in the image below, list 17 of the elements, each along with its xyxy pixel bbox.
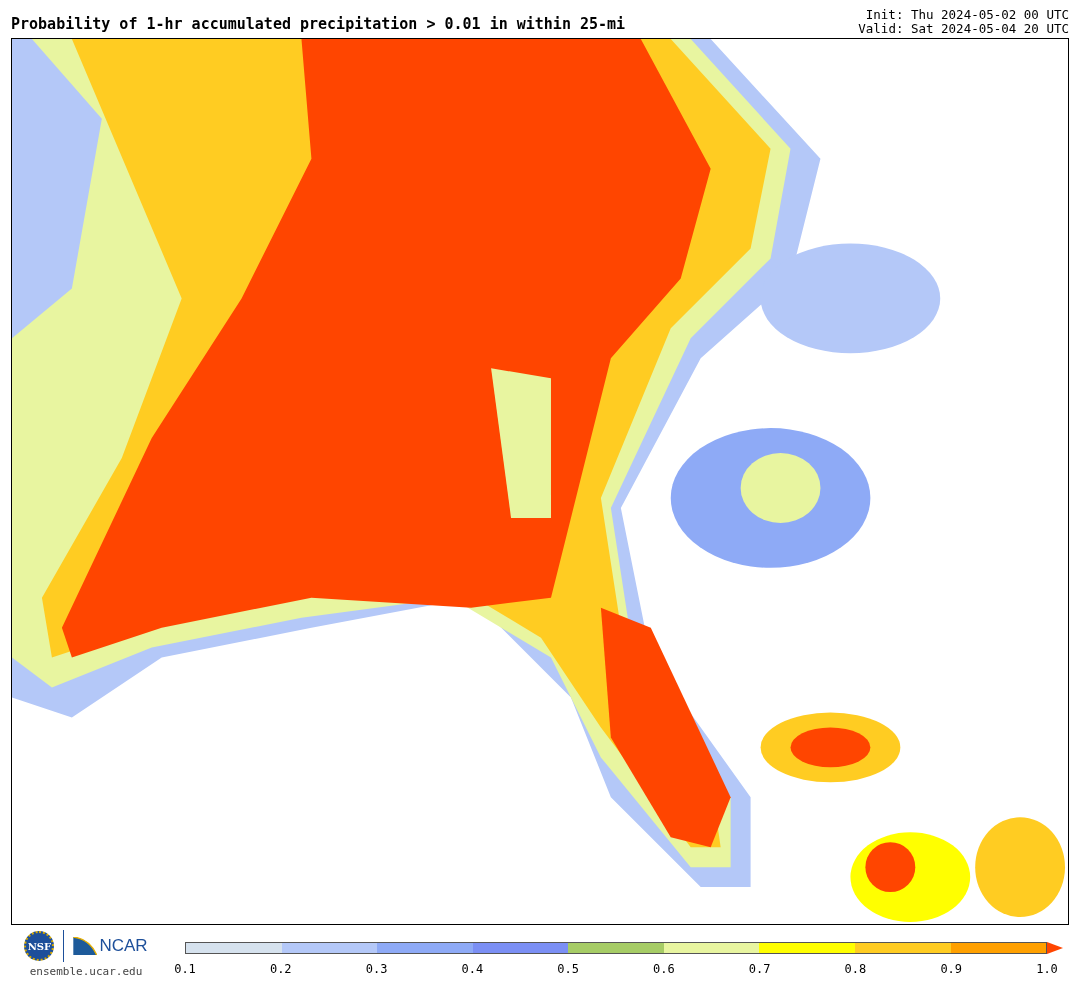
tick-label: 0.9 bbox=[940, 962, 963, 976]
tick-label: 0.4 bbox=[461, 962, 484, 976]
valid-time: Valid: Sat 2024-05-04 20 UTC bbox=[858, 22, 1069, 36]
tick-label: 0.8 bbox=[844, 962, 867, 976]
swoosh-icon bbox=[73, 937, 98, 955]
ncar-logo: NCAR bbox=[99, 936, 148, 956]
plot-title: Probability of 1-hr accumulated precipitation > 0.01 in within 25-mi bbox=[11, 15, 626, 33]
tick-label: 0.2 bbox=[269, 962, 292, 976]
tick-label: 0.6 bbox=[653, 962, 675, 976]
init-time: Init: Thu 2024-05-02 00 UTC bbox=[865, 8, 1069, 22]
tick-label: 0.1 bbox=[174, 962, 196, 976]
site-url: ensemble.ucar.edu bbox=[29, 965, 143, 978]
tick-label: 0.5 bbox=[557, 962, 579, 976]
tick-label: 0.3 bbox=[365, 962, 388, 976]
tick-label: 0.7 bbox=[748, 962, 771, 976]
tick-label: 1.0 bbox=[1036, 962, 1058, 976]
nsf-logo: NSF bbox=[24, 931, 55, 961]
